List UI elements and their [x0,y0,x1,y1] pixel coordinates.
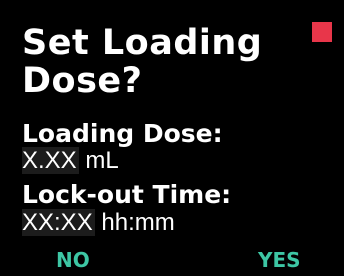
loading-dose-label: Loading Dose: [22,119,223,148]
dialog-title-line1: Set Loading [22,23,263,63]
lockout-time-label: Lock-out Time: [22,180,232,209]
no-softkey[interactable]: NO [56,248,90,272]
lockout-time-value-row: XX:XX hh:mm [22,209,175,236]
status-indicator-icon [312,22,332,42]
yes-softkey[interactable]: YES [258,248,301,272]
dialog-title: Set Loading Dose? [22,24,302,100]
loading-dose-value: X.XX [22,147,79,174]
loading-dose-value-row: X.XX mL [22,147,119,174]
pump-screen: Set Loading Dose? Loading Dose: X.XX mL … [0,0,344,276]
lockout-time-value: XX:XX [22,209,95,236]
loading-dose-unit: mL [78,147,119,174]
lockout-time-unit: hh:mm [94,209,175,236]
dialog-title-line2: Dose? [22,61,143,101]
